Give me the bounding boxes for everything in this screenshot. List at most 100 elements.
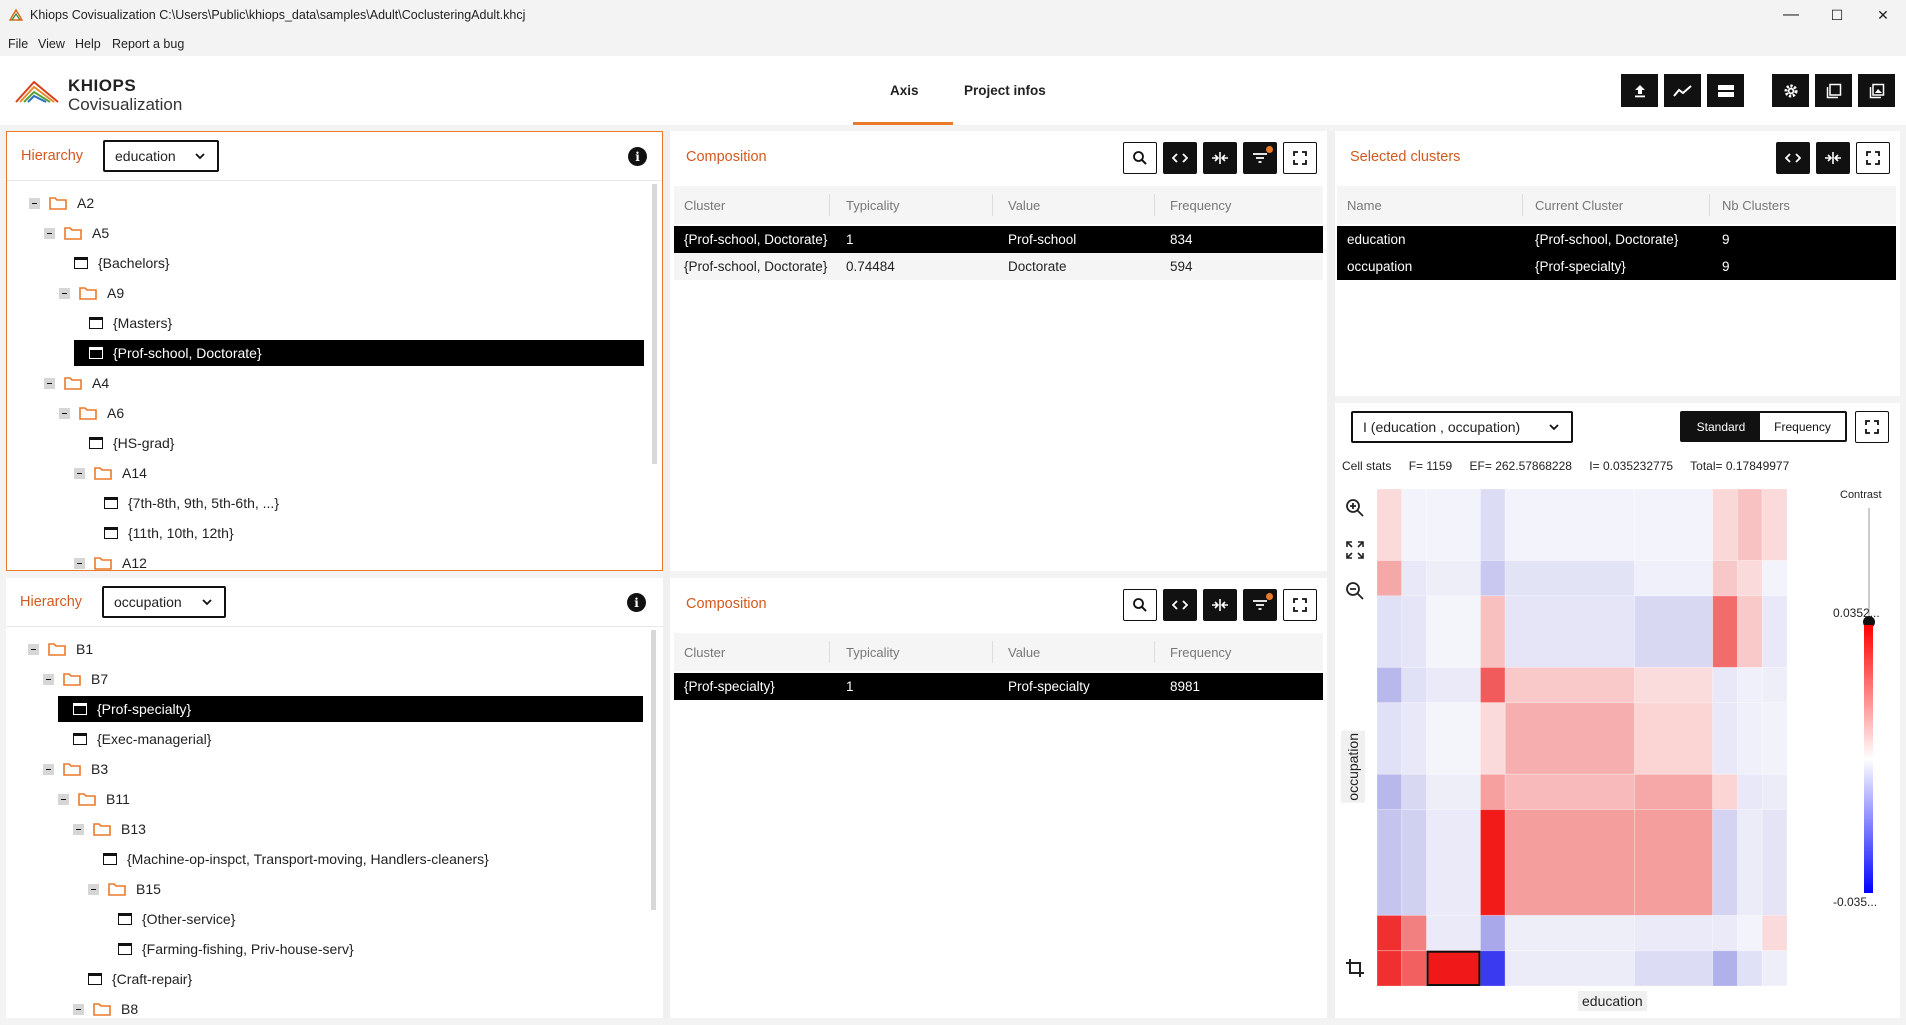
maximize-button[interactable]: ☐ xyxy=(1814,0,1860,30)
close-button[interactable]: ✕ xyxy=(1860,0,1906,30)
matrix-cell[interactable] xyxy=(1634,666,1714,704)
col-value[interactable]: Value xyxy=(1008,645,1040,660)
matrix-cell[interactable] xyxy=(1761,560,1787,597)
matrix-cell[interactable] xyxy=(1426,666,1481,704)
collapse-toggle-icon[interactable] xyxy=(43,673,54,685)
matrix-cell[interactable] xyxy=(1401,489,1428,562)
matrix-cell[interactable] xyxy=(1426,560,1481,597)
filter-button[interactable] xyxy=(1243,589,1277,621)
minimize-button[interactable]: — xyxy=(1768,0,1814,30)
collapse-toggle-icon[interactable] xyxy=(44,227,55,239)
tree-leaf-node[interactable]: {Bachelors} xyxy=(74,250,170,276)
fullscreen-button[interactable] xyxy=(1855,411,1889,443)
tree-scrollbar[interactable] xyxy=(651,630,656,910)
hierarchy-select-occupation[interactable]: occupation xyxy=(102,586,226,618)
matrix-cell[interactable] xyxy=(1479,950,1506,986)
collapse-toggle-icon[interactable] xyxy=(88,883,99,895)
info-icon[interactable]: i xyxy=(627,593,646,612)
matrix-cell[interactable] xyxy=(1479,666,1506,704)
mode-frequency-button[interactable]: Frequency xyxy=(1760,413,1845,440)
collapse-toggle-icon[interactable] xyxy=(43,763,54,775)
matrix-cell[interactable] xyxy=(1634,560,1714,597)
matrix-cell[interactable] xyxy=(1426,914,1481,952)
col-value[interactable]: Value xyxy=(1008,198,1040,213)
col-cluster[interactable]: Cluster xyxy=(684,198,725,213)
code-button[interactable] xyxy=(1163,142,1197,174)
tree-leaf-node[interactable]: {Other-service} xyxy=(118,906,235,932)
collapse-toggle-icon[interactable] xyxy=(29,197,40,209)
tree-scrollbar[interactable] xyxy=(652,184,657,464)
collapse-toggle-icon[interactable] xyxy=(44,377,55,389)
menu-file[interactable]: File xyxy=(8,37,28,51)
matrix-cell[interactable] xyxy=(1401,595,1428,668)
matrix-cell[interactable] xyxy=(1479,595,1506,668)
collapse-toggle-icon[interactable] xyxy=(73,823,84,835)
matrix-cell[interactable] xyxy=(1761,950,1787,986)
matrix-cell[interactable] xyxy=(1377,595,1403,668)
table-row[interactable]: {Prof-school, Doctorate} 0.74484 Doctora… xyxy=(674,253,1323,280)
gallery-button[interactable] xyxy=(1858,74,1895,107)
tree-folder-node[interactable]: A6 xyxy=(59,400,124,426)
matrix-cell[interactable] xyxy=(1736,773,1763,811)
col-frequency[interactable]: Frequency xyxy=(1170,645,1231,660)
matrix-cell[interactable] xyxy=(1377,666,1403,704)
upload-button[interactable] xyxy=(1621,74,1658,107)
menu-view[interactable]: View xyxy=(38,37,65,51)
matrix-cell[interactable] xyxy=(1479,702,1506,775)
matrix-cell[interactable] xyxy=(1377,914,1403,952)
tree-folder-node[interactable]: B7 xyxy=(43,666,108,692)
matrix-cell[interactable] xyxy=(1504,950,1636,986)
zoom-out-icon[interactable] xyxy=(1345,581,1365,601)
hierarchy-select-education[interactable]: education xyxy=(103,140,219,172)
matrix-cell[interactable] xyxy=(1401,666,1428,704)
matrix-cell[interactable] xyxy=(1504,773,1636,811)
tree-folder-node[interactable]: B13 xyxy=(73,816,146,842)
settings-button[interactable] xyxy=(1772,74,1809,107)
tree-leaf-node[interactable]: {Prof-school, Doctorate} xyxy=(74,340,644,366)
collapse-toggle-icon[interactable] xyxy=(74,467,85,479)
matrix-cell[interactable] xyxy=(1712,914,1738,952)
tree-folder-node[interactable]: B15 xyxy=(88,876,161,902)
matrix-cell[interactable] xyxy=(1712,595,1738,668)
tree-leaf-node[interactable]: {Masters} xyxy=(89,310,172,336)
code-button[interactable] xyxy=(1163,589,1197,621)
matrix-cell[interactable] xyxy=(1401,702,1428,775)
matrix-cell[interactable] xyxy=(1377,489,1403,562)
collapse-toggle-icon[interactable] xyxy=(28,643,39,655)
table-row[interactable]: {Prof-specialty} 1 Prof-specialty 8981 xyxy=(674,673,1323,700)
matrix-cell[interactable] xyxy=(1634,489,1714,562)
tab-project-infos[interactable]: Project infos xyxy=(964,83,1046,98)
matrix-cell[interactable] xyxy=(1634,809,1714,916)
tree-leaf-node[interactable]: {7th-8th, 9th, 5th-6th, ...} xyxy=(104,490,279,516)
collapse-toggle-icon[interactable] xyxy=(59,407,70,419)
col-current-cluster[interactable]: Current Cluster xyxy=(1535,198,1623,213)
matrix-cell[interactable] xyxy=(1761,666,1787,704)
matrix-cell[interactable] xyxy=(1634,950,1714,986)
layout-button[interactable] xyxy=(1707,74,1744,107)
tree-leaf-node[interactable]: {Machine-op-inspct, Transport-moving, Ha… xyxy=(103,846,489,872)
search-button[interactable] xyxy=(1123,142,1157,174)
tree-leaf-node[interactable]: {Exec-managerial} xyxy=(73,726,211,752)
menu-report-bug[interactable]: Report a bug xyxy=(112,37,184,51)
matrix-cell[interactable] xyxy=(1504,702,1636,775)
collapse-button[interactable] xyxy=(1203,589,1237,621)
tree-leaf-node[interactable]: {Craft-repair} xyxy=(88,966,192,992)
matrix-cell[interactable] xyxy=(1426,489,1481,562)
collapse-toggle-icon[interactable] xyxy=(58,793,69,805)
matrix-cell[interactable] xyxy=(1377,773,1403,811)
matrix-cell[interactable] xyxy=(1761,809,1787,916)
col-typicality[interactable]: Typicality xyxy=(846,198,899,213)
matrix-cell[interactable] xyxy=(1634,595,1714,668)
collapse-toggle-icon[interactable] xyxy=(74,557,85,569)
code-button[interactable] xyxy=(1776,142,1810,174)
table-row[interactable]: occupation {Prof-specialty} 9 xyxy=(1337,253,1896,280)
tree-folder-node[interactable]: B8 xyxy=(73,996,138,1018)
collapse-toggle-icon[interactable] xyxy=(73,1003,84,1015)
matrix-cell[interactable] xyxy=(1761,489,1787,562)
matrix-cell[interactable] xyxy=(1377,702,1403,775)
matrix-cell[interactable] xyxy=(1401,950,1428,986)
matrix-cell[interactable] xyxy=(1712,666,1738,704)
matrix-cell[interactable] xyxy=(1401,560,1428,597)
tab-axis[interactable]: Axis xyxy=(890,83,919,98)
search-button[interactable] xyxy=(1123,589,1157,621)
